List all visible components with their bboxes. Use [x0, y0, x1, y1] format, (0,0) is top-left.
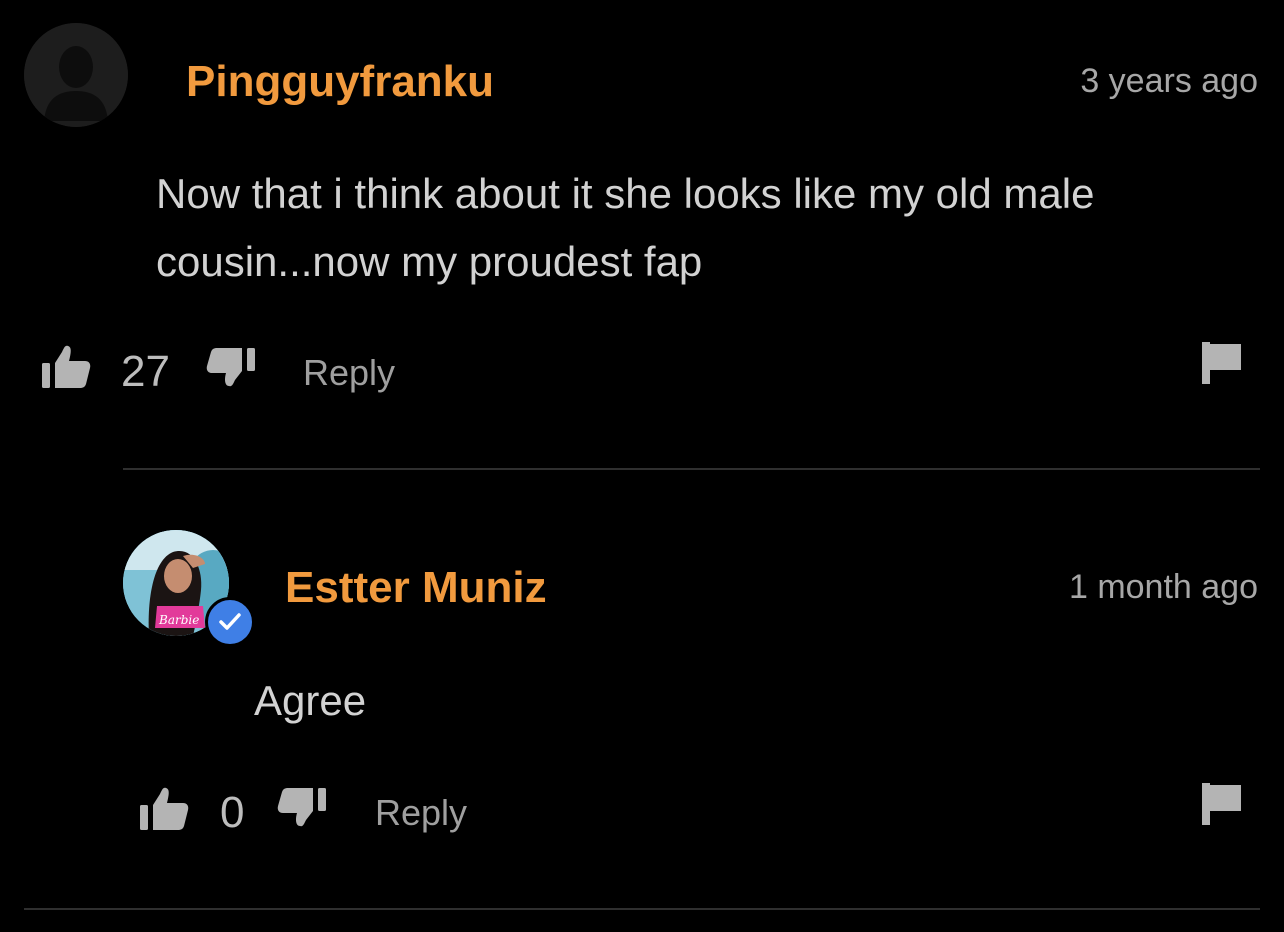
thumbs-down-icon[interactable] [276, 786, 328, 828]
thumbs-up-icon[interactable] [40, 344, 92, 390]
like-count: 27 [121, 347, 170, 396]
comment-text: Now that i think about it she looks like… [156, 170, 1095, 285]
reply-button[interactable]: Reply [303, 355, 395, 391]
default-avatar-icon [24, 23, 128, 127]
verified-badge [205, 597, 255, 647]
comment-username[interactable]: Pingguyfranku [186, 60, 494, 104]
thumbs-down-icon[interactable] [205, 346, 257, 388]
comments-section: Pingguyfranku 3 years ago Now that i thi… [0, 0, 1284, 932]
flag-icon[interactable] [1201, 341, 1243, 385]
comment-text: Agree [254, 677, 367, 724]
photo-text: Barbie [158, 613, 199, 627]
comment-divider [24, 908, 1260, 910]
comment-timestamp: 3 years ago [1080, 62, 1258, 100]
flag-icon[interactable] [1201, 782, 1243, 826]
comment-username[interactable]: Estter Muniz [285, 566, 547, 610]
verified-check-icon [219, 613, 241, 630]
comment-divider [123, 468, 1260, 470]
comment-timestamp: 1 month ago [1068, 568, 1258, 606]
like-count: 0 [220, 788, 245, 837]
avatar[interactable] [24, 23, 128, 127]
reply-button[interactable]: Reply [375, 795, 467, 831]
thumbs-up-icon[interactable] [138, 786, 190, 832]
